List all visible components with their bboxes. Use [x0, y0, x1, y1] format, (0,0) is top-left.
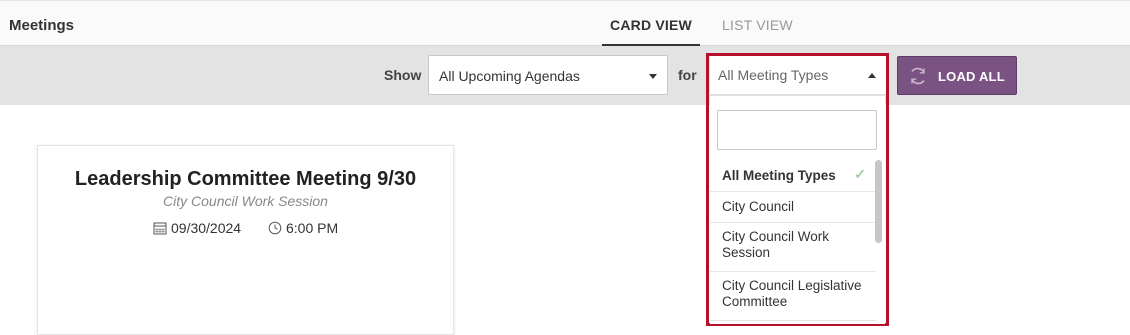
option-label: City Council Work Session [722, 229, 830, 260]
option-city-council[interactable]: City Council [710, 192, 876, 223]
meeting-time: 6:00 PM [268, 220, 338, 236]
meeting-card[interactable]: Leadership Committee Meeting 9/30 City C… [37, 145, 454, 335]
meeting-type-select[interactable]: All Meeting Types [710, 56, 886, 95]
meeting-type-value: All Meeting Types [718, 67, 829, 83]
meeting-date-text: 09/30/2024 [171, 220, 242, 236]
tab-card-view[interactable]: CARD VIEW [602, 17, 700, 46]
meeting-type-search-input[interactable] [717, 110, 877, 150]
meeting-title: Leadership Committee Meeting 9/30 [74, 168, 417, 190]
top-bar: Meetings CARD VIEW LIST VIEW [0, 0, 1130, 46]
refresh-icon [911, 67, 925, 85]
option-label: All Meeting Types [722, 168, 836, 183]
dropdown-scrollbar[interactable] [875, 160, 882, 243]
for-label: for [678, 67, 697, 83]
tab-list-view[interactable]: LIST VIEW [722, 17, 793, 33]
clock-icon [268, 221, 282, 235]
load-all-label: LOAD ALL [938, 69, 1005, 84]
check-icon: ✓ [854, 166, 866, 182]
meeting-date: 09/30/2024 [153, 220, 241, 236]
meeting-type-dropdown: All Meeting Types ✓ City Council City Co… [710, 96, 885, 324]
option-city-council-legislative-committee[interactable]: City Council Legislative Committee [710, 272, 876, 321]
option-label: City Council Legislative Committee [722, 278, 862, 309]
meeting-time-text: 6:00 PM [286, 220, 339, 236]
meeting-type-options: All Meeting Types ✓ City Council City Co… [710, 160, 876, 321]
load-all-button[interactable]: LOAD ALL [897, 56, 1017, 95]
show-label: Show [384, 67, 422, 83]
option-label: City Council [722, 199, 795, 214]
option-all-meeting-types[interactable]: All Meeting Types ✓ [710, 160, 876, 192]
page-title: Meetings [9, 17, 75, 34]
caret-down-icon [649, 74, 657, 79]
calendar-icon [153, 222, 167, 235]
caret-up-icon [868, 73, 876, 78]
meeting-type-label: City Council Work Session [163, 193, 328, 209]
agenda-filter-value: All Upcoming Agendas [439, 68, 580, 84]
option-city-council-work-session[interactable]: City Council Work Session [710, 223, 876, 272]
agenda-filter-select[interactable]: All Upcoming Agendas [428, 55, 668, 95]
